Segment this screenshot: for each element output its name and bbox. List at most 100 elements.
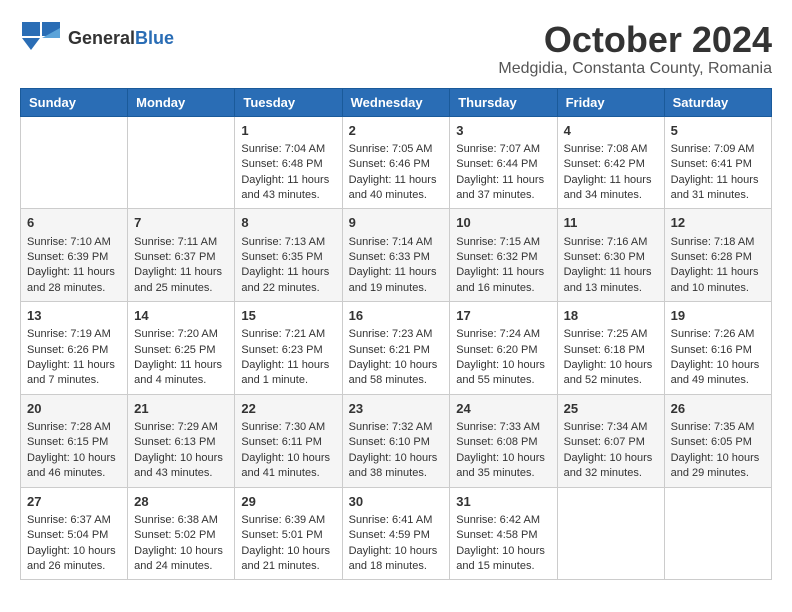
sunrise-text: Sunrise: 6:38 AM <box>134 513 228 528</box>
day-number: 20 <box>27 400 121 418</box>
sunrise-text: Sunrise: 7:24 AM <box>456 327 550 342</box>
sunset-text: Sunset: 6:08 PM <box>456 435 550 450</box>
sunset-text: Sunset: 6:20 PM <box>456 343 550 358</box>
day-number: 4 <box>564 122 658 140</box>
page-header: GeneralBlue October 2024 Medgidia, Const… <box>20 20 772 78</box>
logo: GeneralBlue <box>20 20 174 56</box>
daylight-text: Daylight: 10 hours and 41 minutes. <box>241 451 335 482</box>
sunset-text: Sunset: 6:13 PM <box>134 435 228 450</box>
table-row: 15Sunrise: 7:21 AMSunset: 6:23 PMDayligh… <box>235 302 342 395</box>
day-number: 22 <box>241 400 335 418</box>
table-row: 5Sunrise: 7:09 AMSunset: 6:41 PMDaylight… <box>664 116 771 209</box>
sunrise-text: Sunrise: 6:42 AM <box>456 513 550 528</box>
table-row: 6Sunrise: 7:10 AMSunset: 6:39 PMDaylight… <box>21 209 128 302</box>
sunrise-text: Sunrise: 7:04 AM <box>241 142 335 157</box>
sunrise-text: Sunrise: 7:13 AM <box>241 235 335 250</box>
header-monday: Monday <box>128 88 235 116</box>
calendar-week-row: 13 Sunrise: 7:19 AMSunset: 6:26 PM Dayligh… <box>21 302 772 395</box>
logo-general: General <box>68 28 135 48</box>
sunset-text: Sunset: 4:59 PM <box>349 528 444 543</box>
logo-icon <box>20 20 64 56</box>
daylight-text: Daylight: 10 hours and 35 minutes. <box>456 451 550 482</box>
table-row: 29Sunrise: 6:39 AMSunset: 5:01 PMDayligh… <box>235 487 342 580</box>
daylight-text: Daylight: 10 hours and 26 minutes. <box>27 544 121 575</box>
sunrise-text: Sunrise: 7:10 AM <box>27 235 121 250</box>
sunrise-text: Sunrise: 7:23 AM <box>349 327 444 342</box>
daylight-text: Daylight: 10 hours and 46 minutes. <box>27 451 121 482</box>
sunset-text: Sunset: 5:01 PM <box>241 528 335 543</box>
daylight-text: Daylight: 10 hours and 21 minutes. <box>241 544 335 575</box>
sunrise-text: Sunrise: 7:08 AM <box>564 142 658 157</box>
sunrise-text: Sunrise: 7:18 AM <box>671 235 765 250</box>
sunrise-text: Sunrise: 6:41 AM <box>349 513 444 528</box>
day-number: 11 <box>564 214 658 232</box>
day-number: 24 <box>456 400 550 418</box>
table-row: 19Sunrise: 7:26 AMSunset: 6:16 PMDayligh… <box>664 302 771 395</box>
daylight-text: Daylight: 10 hours and 15 minutes. <box>456 544 550 575</box>
table-row: 7Sunrise: 7:11 AMSunset: 6:37 PMDaylight… <box>128 209 235 302</box>
table-row <box>557 487 664 580</box>
header-thursday: Thursday <box>450 88 557 116</box>
sunrise-text: Sunrise: 7:28 AM <box>27 420 121 435</box>
calendar-week-row: 20Sunrise: 7:28 AMSunset: 6:15 PMDayligh… <box>21 394 772 487</box>
table-row: 25Sunrise: 7:34 AMSunset: 6:07 PMDayligh… <box>557 394 664 487</box>
sunset-text: Sunset: 6:42 PM <box>564 157 658 172</box>
sunset-text: Sunset: 6:23 PM <box>241 343 335 358</box>
sunset-text: Sunset: 6:11 PM <box>241 435 335 450</box>
daylight-text: Daylight: 11 hours and 10 minutes. <box>671 265 765 296</box>
table-row: 30Sunrise: 6:41 AMSunset: 4:59 PMDayligh… <box>342 487 450 580</box>
sunset-text: Sunset: 6:26 PM <box>27 343 121 358</box>
daylight-text: Daylight: 11 hours and 19 minutes. <box>349 265 444 296</box>
header-wednesday: Wednesday <box>342 88 450 116</box>
day-number: 9 <box>349 214 444 232</box>
day-number: 13 <box>27 307 121 325</box>
day-number: 31 <box>456 493 550 511</box>
sunrise-text: Sunrise: 7:19 AM <box>27 327 121 342</box>
sunset-text: Sunset: 6:41 PM <box>671 157 765 172</box>
day-number: 3 <box>456 122 550 140</box>
table-row: 27Sunrise: 6:37 AMSunset: 5:04 PMDayligh… <box>21 487 128 580</box>
calendar-header-row: Sunday Monday Tuesday Wednesday Thursday… <box>21 88 772 116</box>
daylight-text: Daylight: 11 hours and 4 minutes. <box>134 358 228 389</box>
sunset-text: Sunset: 6:39 PM <box>27 250 121 265</box>
sunset-text: Sunset: 4:58 PM <box>456 528 550 543</box>
daylight-text: Daylight: 11 hours and 31 minutes. <box>671 173 765 204</box>
day-number: 28 <box>134 493 228 511</box>
table-row: 1Sunrise: 7:04 AMSunset: 6:48 PMDaylight… <box>235 116 342 209</box>
table-row: 22Sunrise: 7:30 AMSunset: 6:11 PMDayligh… <box>235 394 342 487</box>
day-number: 21 <box>134 400 228 418</box>
day-number: 27 <box>27 493 121 511</box>
table-row: 11Sunrise: 7:16 AMSunset: 6:30 PMDayligh… <box>557 209 664 302</box>
table-row: 16Sunrise: 7:23 AMSunset: 6:21 PMDayligh… <box>342 302 450 395</box>
table-row: 2Sunrise: 7:05 AMSunset: 6:46 PMDaylight… <box>342 116 450 209</box>
sunset-text: Sunset: 5:02 PM <box>134 528 228 543</box>
daylight-text: Daylight: 11 hours and 16 minutes. <box>456 265 550 296</box>
daylight-text: Daylight: 11 hours and 25 minutes. <box>134 265 228 296</box>
day-number: 18 <box>564 307 658 325</box>
day-number: 26 <box>671 400 765 418</box>
daylight-text: Daylight: 11 hours and 13 minutes. <box>564 265 658 296</box>
sunset-text: Sunset: 6:10 PM <box>349 435 444 450</box>
table-row <box>21 116 128 209</box>
header-saturday: Saturday <box>664 88 771 116</box>
table-row: 18Sunrise: 7:25 AMSunset: 6:18 PMDayligh… <box>557 302 664 395</box>
sunrise-text: Sunrise: 7:15 AM <box>456 235 550 250</box>
sunset-text: Sunset: 6:28 PM <box>671 250 765 265</box>
sunset-text: Sunset: 6:44 PM <box>456 157 550 172</box>
sunset-text: Sunset: 6:16 PM <box>671 343 765 358</box>
table-row: 9Sunrise: 7:14 AMSunset: 6:33 PMDaylight… <box>342 209 450 302</box>
sunrise-text: Sunrise: 7:35 AM <box>671 420 765 435</box>
table-row <box>664 487 771 580</box>
month-title: October 2024 <box>498 20 772 60</box>
sunrise-text: Sunrise: 7:32 AM <box>349 420 444 435</box>
day-number: 25 <box>564 400 658 418</box>
day-number: 1 <box>241 122 335 140</box>
calendar-week-row: 6Sunrise: 7:10 AMSunset: 6:39 PMDaylight… <box>21 209 772 302</box>
day-number: 14 <box>134 307 228 325</box>
table-row: 21Sunrise: 7:29 AMSunset: 6:13 PMDayligh… <box>128 394 235 487</box>
table-row: 26Sunrise: 7:35 AMSunset: 6:05 PMDayligh… <box>664 394 771 487</box>
sunrise-text: Sunrise: 6:39 AM <box>241 513 335 528</box>
header-friday: Friday <box>557 88 664 116</box>
daylight-text: Daylight: 10 hours and 29 minutes. <box>671 451 765 482</box>
daylight-text: Daylight: 11 hours and 28 minutes. <box>27 265 121 296</box>
